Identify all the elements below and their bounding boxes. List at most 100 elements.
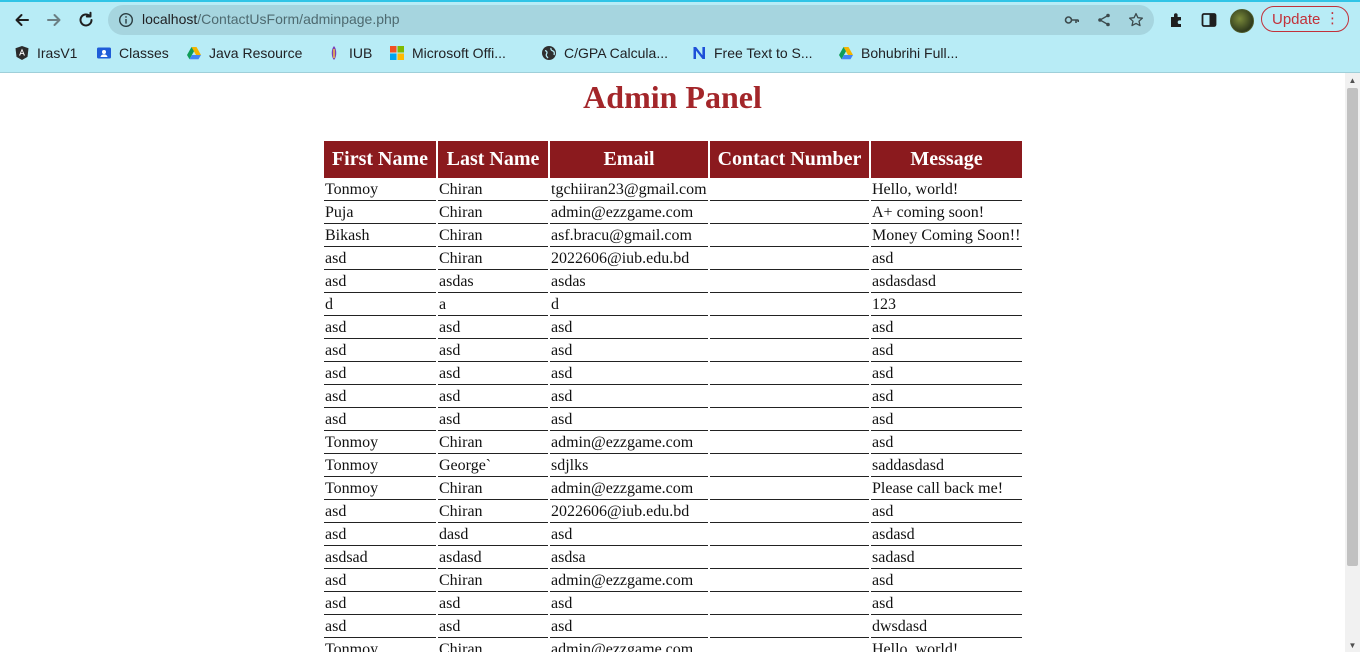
more-menu-icon[interactable]: ⋮ — [1325, 10, 1340, 28]
bookmark-label: Java Resource — [209, 45, 303, 61]
cell-first-name: asd — [324, 364, 436, 385]
cell-first-name: asd — [324, 525, 436, 546]
cell-message: asd — [871, 502, 1022, 523]
cell-message: asd — [871, 249, 1022, 270]
n-icon — [691, 45, 707, 61]
cell-last-name: asd — [438, 318, 548, 339]
cell-last-name: Chiran — [438, 640, 548, 652]
cell-first-name: Tonmoy — [324, 433, 436, 454]
cell-last-name: Chiran — [438, 479, 548, 500]
column-header-message: Message — [871, 141, 1022, 178]
cell-first-name: asd — [324, 571, 436, 592]
bookmark-irasv1[interactable]: IrasV1 — [14, 40, 77, 66]
table-row: asd Chiran admin@ezzgame.com asd — [324, 571, 1022, 592]
cell-email: tgchiiran23@gmail.com — [550, 180, 708, 201]
iub-icon — [326, 45, 342, 61]
cell-first-name: Puja — [324, 203, 436, 224]
cell-contact-number — [710, 249, 869, 270]
forward-button[interactable] — [40, 4, 68, 36]
table-row: asd asd asd asd — [324, 341, 1022, 362]
update-label: Update — [1272, 10, 1321, 28]
column-header-first-name: First Name — [324, 141, 436, 178]
star-icon[interactable] — [1128, 12, 1144, 28]
url-path: /ContactUsForm/adminpage.php — [197, 11, 400, 27]
cell-message: Money Coming Soon!! — [871, 226, 1022, 247]
cell-first-name: asd — [324, 387, 436, 408]
side-panel-icon[interactable] — [1200, 11, 1218, 29]
vertical-scrollbar[interactable]: ▲ ▼ — [1345, 73, 1360, 652]
cell-contact-number — [710, 594, 869, 615]
cell-contact-number — [710, 479, 869, 500]
scrollbar-thumb[interactable] — [1347, 88, 1358, 566]
cell-last-name: asd — [438, 594, 548, 615]
cell-email: asdas — [550, 272, 708, 293]
bookmark-java-resource[interactable]: Java Resource — [186, 40, 302, 66]
cell-last-name: dasd — [438, 525, 548, 546]
cell-message: asd — [871, 571, 1022, 592]
bookmark-iub[interactable]: IUB — [326, 40, 372, 66]
cell-last-name: Chiran — [438, 180, 548, 201]
cell-message: Hello, world! — [871, 180, 1022, 201]
google-drive-icon — [838, 45, 854, 61]
scroll-down-arrow-icon[interactable]: ▼ — [1345, 638, 1360, 652]
arrow-right-icon — [47, 14, 61, 26]
cell-last-name: asd — [438, 341, 548, 362]
cell-first-name: asd — [324, 410, 436, 431]
tab-strip-edge — [0, 0, 1360, 2]
table-row: asd dasd asd asdasd — [324, 525, 1022, 546]
update-button[interactable]: Update ⋮ — [1261, 6, 1349, 32]
bookmark-microsoft-office[interactable]: Microsoft Offi... — [389, 40, 506, 66]
cell-email: admin@ezzgame.com — [550, 640, 708, 652]
cell-contact-number — [710, 203, 869, 224]
bookmark-cgpa-calculator[interactable]: C/GPA Calcula... — [541, 40, 668, 66]
cell-contact-number — [710, 272, 869, 293]
column-header-email: Email — [550, 141, 708, 178]
cell-last-name: Chiran — [438, 433, 548, 454]
cell-message: A+ coming soon! — [871, 203, 1022, 224]
table-row: Tonmoy Chiran admin@ezzgame.com asd — [324, 433, 1022, 454]
table-header-row: First Name Last Name Email Contact Numbe… — [324, 141, 1022, 178]
cell-email: asf.bracu@gmail.com — [550, 226, 708, 247]
cell-first-name: asd — [324, 249, 436, 270]
site-info-icon[interactable] — [118, 12, 134, 28]
extensions-puzzle-icon[interactable] — [1168, 11, 1186, 29]
cell-email: admin@ezzgame.com — [550, 479, 708, 500]
table-row: Bikash Chiran asf.bracu@gmail.com Money Com… — [324, 226, 1022, 247]
profile-avatar[interactable] — [1230, 9, 1254, 33]
reload-button[interactable] — [72, 4, 100, 36]
key-icon[interactable] — [1064, 12, 1080, 28]
cell-last-name: George` — [438, 456, 548, 477]
cell-first-name: asd — [324, 617, 436, 638]
cell-email: 2022606@iub.edu.bd — [550, 249, 708, 270]
cell-message: asd — [871, 594, 1022, 615]
cell-last-name: Chiran — [438, 502, 548, 523]
bookmark-label: Microsoft Offi... — [412, 45, 506, 61]
cell-email: 2022606@iub.edu.bd — [550, 502, 708, 523]
table-row: asd Chiran 2022606@iub.edu.bd asd — [324, 249, 1022, 270]
table-row: asd asdas asdas asdasdasd — [324, 272, 1022, 293]
scroll-up-arrow-icon[interactable]: ▲ — [1345, 73, 1360, 87]
cell-contact-number — [710, 548, 869, 569]
bookmark-classes[interactable]: Classes — [96, 40, 169, 66]
cell-message: asd — [871, 433, 1022, 454]
cell-last-name: Chiran — [438, 226, 548, 247]
arrow-left-icon — [15, 14, 29, 26]
bookmark-free-text-to-speech[interactable]: Free Text to S... — [691, 40, 813, 66]
browser-chrome: localhost/ContactUsForm/adminpage.php Up… — [0, 0, 1360, 73]
cell-first-name: d — [324, 295, 436, 316]
bookmark-bohubrihi[interactable]: Bohubrihi Full... — [838, 40, 958, 66]
share-icon[interactable] — [1096, 12, 1112, 28]
cell-contact-number — [710, 387, 869, 408]
table-row: Tonmoy Chiran tgchiiran23@gmail.com Hello, … — [324, 180, 1022, 201]
table-row: asd asd asd dwsdasd — [324, 617, 1022, 638]
cell-email: admin@ezzgame.com — [550, 433, 708, 454]
address-bar[interactable]: localhost/ContactUsForm/adminpage.php — [108, 5, 1154, 35]
cell-contact-number — [710, 295, 869, 316]
cell-email: asd — [550, 387, 708, 408]
cell-first-name: asd — [324, 272, 436, 293]
table-row: Tonmoy George` sdjlks saddasdasd — [324, 456, 1022, 477]
table-row: d a d 123 — [324, 295, 1022, 316]
url-text[interactable]: localhost/ContactUsForm/adminpage.php — [142, 11, 400, 27]
back-button[interactable] — [8, 4, 36, 36]
cell-last-name: asdas — [438, 272, 548, 293]
